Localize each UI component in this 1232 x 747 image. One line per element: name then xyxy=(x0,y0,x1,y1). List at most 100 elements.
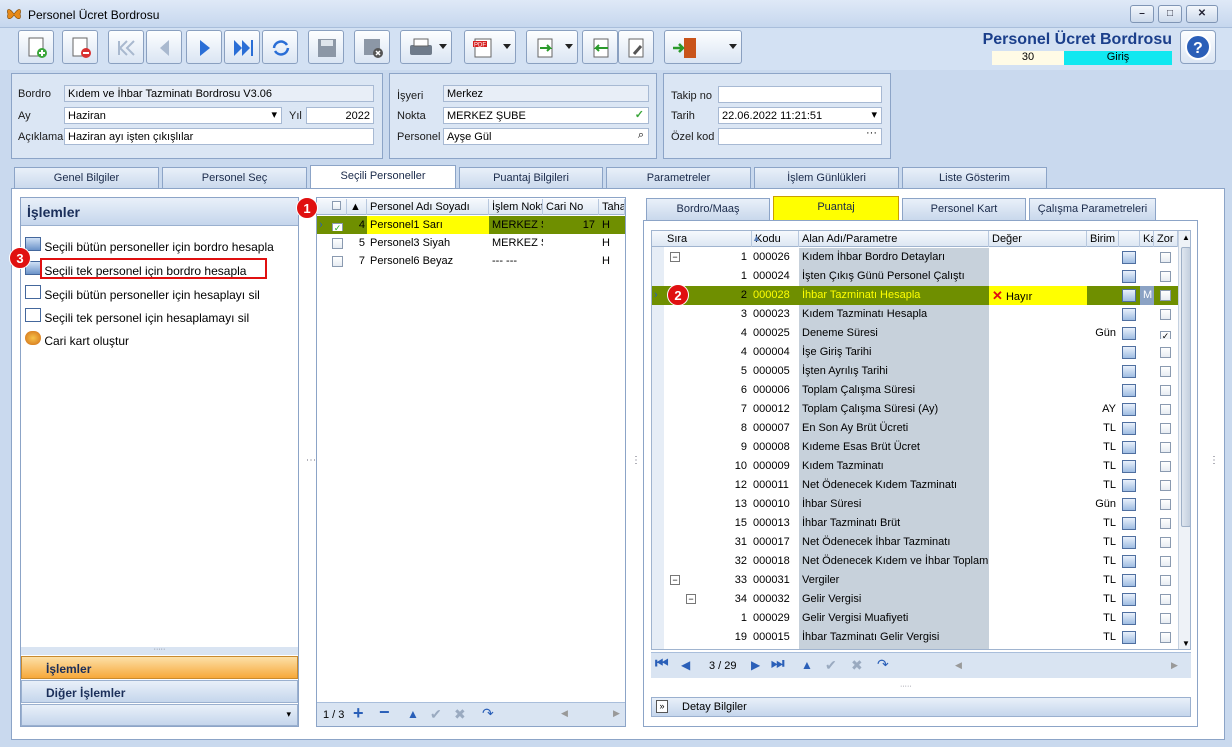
confirm-icon[interactable]: ✔ xyxy=(825,657,837,674)
aciklama-field[interactable]: Haziran ayı işten çıkışlılar xyxy=(64,128,374,145)
pdf-export-button[interactable]: PDF xyxy=(464,30,516,64)
splitter-handle[interactable]: ····· xyxy=(21,646,298,655)
param-row[interactable]: 1 000029 Gelir Vergisi Muafiyeti TL xyxy=(652,609,1178,628)
zorunlu-checkbox[interactable] xyxy=(1160,479,1171,491)
collapse-icon[interactable]: − xyxy=(670,252,680,262)
param-row[interactable]: 32 000018 Net Ödenecek Kıdem ve İhbar Topl… xyxy=(652,552,1178,571)
param-row[interactable]: 1 000024 İşten Çıkış Günü Personel Çalıştı xyxy=(652,267,1178,286)
action-delete-single[interactable]: Seçili tek personel için hesaplamayı sil xyxy=(25,308,249,325)
first-record-button[interactable] xyxy=(108,30,144,64)
edit-icon[interactable] xyxy=(1122,517,1136,530)
zorunlu-checkbox[interactable] xyxy=(1160,517,1171,529)
edit-icon[interactable] xyxy=(1122,384,1136,397)
personnel-row[interactable]: 7 Personel6 Beyaz --- --- H xyxy=(317,252,625,270)
param-row[interactable]: 12 000011 Net Ödenecek Kıdem Tazminatı TL xyxy=(652,476,1178,495)
col-ka[interactable]: Ka xyxy=(1140,231,1154,247)
edit-icon[interactable] xyxy=(1122,631,1136,644)
zorunlu-checkbox[interactable] xyxy=(1160,555,1171,567)
zorunlu-checkbox[interactable] xyxy=(1160,384,1171,396)
ozel-field[interactable]: ··· xyxy=(718,128,882,145)
personnel-row[interactable]: 5 Personel3 Siyah MERKEZ Şİ H xyxy=(317,234,625,252)
yil-field[interactable]: 2022 xyxy=(306,107,374,124)
zorunlu-checkbox[interactable] xyxy=(1160,631,1171,643)
zorunlu-checkbox[interactable]: ✓ xyxy=(1160,327,1171,339)
zorunlu-checkbox[interactable] xyxy=(1160,612,1171,624)
collapse-icon[interactable]: − xyxy=(686,594,696,604)
edit-icon[interactable] xyxy=(1122,441,1136,454)
edit-icon[interactable] xyxy=(1122,308,1136,321)
nokta-field[interactable]: MERKEZ ŞUBE ✓ xyxy=(443,107,649,124)
move-up-icon[interactable]: ▲ xyxy=(801,658,813,672)
edit-icon[interactable] xyxy=(1122,498,1136,511)
previous-record-button[interactable] xyxy=(146,30,182,64)
col-deger[interactable]: Değer xyxy=(989,231,1087,247)
previous-icon[interactable]: ◀ xyxy=(681,658,690,672)
param-row[interactable]: 15 000013 İhbar Tazminatı Brüt TL xyxy=(652,514,1178,533)
edit-icon[interactable] xyxy=(1122,555,1136,568)
import-button[interactable] xyxy=(582,30,618,64)
cancel-icon[interactable]: ✖ xyxy=(851,657,863,674)
redo-icon[interactable]: ↷ xyxy=(482,705,494,722)
zorunlu-checkbox[interactable] xyxy=(1160,422,1171,434)
edit-icon[interactable] xyxy=(1122,479,1136,492)
edit-icon[interactable] xyxy=(1122,593,1136,606)
nav-islemler[interactable]: İşlemler xyxy=(21,656,298,679)
zorunlu-checkbox[interactable] xyxy=(1160,365,1171,377)
scroll-thumb[interactable] xyxy=(1181,247,1190,527)
edit-icon[interactable] xyxy=(1122,612,1136,625)
settings-button[interactable] xyxy=(618,30,654,64)
edit-icon[interactable] xyxy=(1122,365,1136,378)
tab-genel-bilgiler[interactable]: Genel Bilgiler xyxy=(14,167,159,189)
zorunlu-checkbox[interactable] xyxy=(1160,498,1171,510)
col-ikon[interactable] xyxy=(1119,231,1140,247)
params-scrollbar[interactable]: ▲ ▼ xyxy=(1178,231,1190,649)
nav-overflow[interactable]: ▾ xyxy=(21,704,298,726)
redo-icon[interactable]: ↷ xyxy=(877,656,889,673)
tarih-field[interactable]: 22.06.2022 11:21:51 ▾ xyxy=(718,107,882,124)
row-checkbox[interactable]: ✓ xyxy=(332,219,343,231)
personel-field[interactable]: Ayşe Gül ⌕ xyxy=(443,128,649,145)
last-record-button[interactable] xyxy=(224,30,260,64)
param-row[interactable]: − 1 000026 Kıdem İhbar Bordro Detayları xyxy=(652,248,1178,267)
splitter-handle[interactable]: ····· xyxy=(900,683,912,690)
cancel-icon[interactable]: ✖ xyxy=(454,706,466,723)
tab-liste-gosterim[interactable]: Liste Gösterim xyxy=(902,167,1047,189)
col-cari-no[interactable]: Cari No xyxy=(543,199,599,215)
zorunlu-checkbox[interactable] xyxy=(1160,403,1171,415)
tab-islem-gunlukleri[interactable]: İşlem Günlükleri xyxy=(754,167,899,189)
zorunlu-checkbox[interactable] xyxy=(1160,289,1171,301)
tab-bordro-maas[interactable]: Bordro/Maaş xyxy=(646,198,770,220)
param-row[interactable]: 6 000006 Toplam Çalışma Süresi xyxy=(652,381,1178,400)
export-button[interactable] xyxy=(526,30,578,64)
scroll-left-icon[interactable]: ◀ xyxy=(955,660,962,671)
splitter-left[interactable]: ⋮ xyxy=(305,455,316,465)
close-button[interactable]: ✕ xyxy=(1186,5,1218,23)
col-taha[interactable]: Taha xyxy=(599,199,625,215)
zorunlu-checkbox[interactable] xyxy=(1160,251,1171,263)
select-all-checkbox[interactable] xyxy=(329,199,347,215)
first-icon[interactable]: ⏮ xyxy=(655,655,669,672)
scroll-down-icon[interactable]: ▼ xyxy=(1182,639,1190,648)
edit-icon[interactable] xyxy=(1122,270,1136,283)
personnel-row[interactable]: › ✓ 4Personel1 SarıMERKEZ Şİ 17 H xyxy=(317,216,625,234)
last-icon[interactable]: ⏭ xyxy=(771,655,785,672)
param-row[interactable]: 5 000005 İşten Ayrılış Tarihi xyxy=(652,362,1178,381)
help-button[interactable]: ? xyxy=(1180,30,1216,64)
tab-puantaj-bilgileri[interactable]: Puantaj Bilgileri xyxy=(459,167,603,189)
edit-icon[interactable] xyxy=(1122,327,1136,340)
scroll-right-icon[interactable]: ▶ xyxy=(1171,660,1178,671)
edit-icon[interactable] xyxy=(1122,460,1136,473)
edit-icon[interactable] xyxy=(1122,574,1136,587)
param-row[interactable]: 2 000028 İhbar Tazminatı Hesapla ✕ Hayır M › xyxy=(652,286,1178,305)
tab-secili-personeller[interactable]: Seçili Personeller xyxy=(310,165,456,189)
param-row[interactable]: 4 000004 İşe Giriş Tarihi xyxy=(652,343,1178,362)
col-islem-nokta[interactable]: İşlem Nokt xyxy=(489,199,543,215)
param-row[interactable]: 10 000009 Kıdem Tazminatı TL xyxy=(652,457,1178,476)
scroll-right-icon[interactable]: ▶ xyxy=(613,708,620,719)
remove-icon[interactable]: − xyxy=(379,702,390,723)
splitter-right[interactable]: ⋮ xyxy=(631,455,641,466)
bordro-field[interactable]: Kıdem ve İhbar Tazminatı Bordrosu V3.06 xyxy=(64,85,374,102)
col-personel-adi[interactable]: Personel Adı Soyadı xyxy=(367,199,489,215)
move-up-icon[interactable]: ▲ xyxy=(407,707,419,721)
action-cari-kart[interactable]: Cari kart oluştur xyxy=(25,331,129,348)
